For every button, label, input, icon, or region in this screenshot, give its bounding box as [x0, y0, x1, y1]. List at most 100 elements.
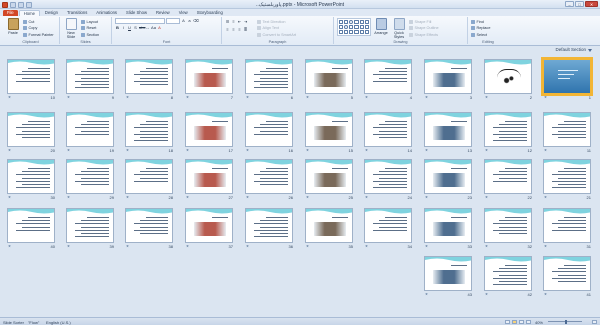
transition-star-icon[interactable] [425, 95, 428, 99]
format-painter-button[interactable]: Format Painter [23, 32, 54, 38]
italic-icon[interactable]: I [121, 25, 126, 30]
transition-star-icon[interactable] [544, 292, 547, 296]
transition-star-icon[interactable] [485, 244, 488, 248]
transition-star-icon[interactable] [67, 95, 70, 99]
fit-to-window-button[interactable] [592, 319, 597, 324]
transition-star-icon[interactable] [186, 195, 189, 199]
slide-thumbnail[interactable] [543, 208, 591, 243]
slide-thumbnail[interactable] [185, 159, 233, 194]
spacing-icon[interactable]: ↔ [145, 25, 150, 30]
transition-star-icon[interactable] [365, 148, 368, 152]
slide-thumbnail[interactable] [364, 159, 412, 194]
slide-thumbnail[interactable] [424, 256, 472, 291]
slide-thumbnail[interactable] [305, 59, 353, 94]
slide-thumbnail[interactable] [66, 159, 114, 194]
bold-icon[interactable]: B [115, 25, 120, 30]
transition-star-icon[interactable] [8, 195, 11, 199]
section-header[interactable]: Default Section [0, 46, 600, 54]
numbering-icon[interactable]: ≡ [231, 19, 236, 24]
slide-thumbnail[interactable] [305, 159, 353, 194]
transition-star-icon[interactable] [544, 95, 547, 99]
slide-thumbnail[interactable] [484, 59, 532, 94]
slide-thumbnail[interactable] [185, 112, 233, 147]
transition-star-icon[interactable] [306, 148, 309, 152]
slide-thumbnail[interactable] [185, 208, 233, 243]
slide-thumbnail[interactable] [424, 59, 472, 94]
transition-star-icon[interactable] [246, 244, 249, 248]
clear-format-icon[interactable]: ⌫ [193, 18, 199, 23]
align-text-button[interactable]: Align Text [257, 26, 296, 32]
layout-button[interactable]: Layout [81, 19, 99, 25]
replace-button[interactable]: Replace [471, 26, 490, 32]
slide-thumbnail[interactable] [245, 159, 293, 194]
transition-star-icon[interactable] [485, 195, 488, 199]
transition-star-icon[interactable] [67, 195, 70, 199]
slide-thumbnail[interactable] [7, 159, 55, 194]
section-button[interactable]: Section [81, 32, 99, 38]
transition-star-icon[interactable] [126, 195, 129, 199]
transition-star-icon[interactable] [246, 195, 249, 199]
transition-star-icon[interactable] [485, 292, 488, 296]
transition-star-icon[interactable] [126, 95, 129, 99]
zoom-slider-thumb[interactable] [565, 319, 567, 324]
transition-star-icon[interactable] [306, 195, 309, 199]
reset-button[interactable]: Reset [81, 26, 99, 32]
text-direction-button[interactable]: Text Direction [257, 19, 296, 25]
transition-star-icon[interactable] [425, 244, 428, 248]
transition-star-icon[interactable] [67, 244, 70, 248]
slide-thumbnail[interactable] [125, 59, 173, 94]
transition-star-icon[interactable] [425, 292, 428, 296]
transition-star-icon[interactable] [306, 244, 309, 248]
change-case-icon[interactable]: Aa [151, 25, 156, 30]
transition-star-icon[interactable] [67, 148, 70, 152]
transition-star-icon[interactable] [365, 195, 368, 199]
align-left-icon[interactable]: ≡ [225, 27, 230, 32]
shrink-font-icon[interactable]: a [187, 18, 192, 23]
transition-star-icon[interactable] [485, 148, 488, 152]
collapse-triangle-icon[interactable] [588, 48, 592, 52]
align-center-icon[interactable]: ≡ [231, 27, 236, 32]
transition-star-icon[interactable] [186, 95, 189, 99]
slide-thumbnail[interactable] [484, 256, 532, 291]
slide-thumbnail[interactable] [66, 208, 114, 243]
slide-thumbnail[interactable] [245, 112, 293, 147]
slide-thumbnail[interactable] [125, 208, 173, 243]
slide-thumbnail[interactable] [125, 112, 173, 147]
slide-thumbnail[interactable] [7, 112, 55, 147]
transition-star-icon[interactable] [246, 148, 249, 152]
transition-star-icon[interactable] [365, 244, 368, 248]
shape-effects-button[interactable]: Shape Effects [409, 32, 439, 38]
bullets-icon[interactable]: ☰ [225, 19, 230, 24]
transition-star-icon[interactable] [306, 95, 309, 99]
slideshow-view-button[interactable] [526, 319, 531, 324]
reading-view-button[interactable] [519, 319, 524, 324]
transition-star-icon[interactable] [425, 195, 428, 199]
normal-view-button[interactable] [505, 319, 510, 324]
font-name-combo[interactable] [115, 18, 165, 24]
strikethrough-icon[interactable]: abc [139, 25, 145, 30]
slide-thumbnail[interactable] [424, 112, 472, 147]
slide-thumbnail[interactable] [66, 112, 114, 147]
transition-star-icon[interactable] [186, 148, 189, 152]
select-button[interactable]: Select [471, 32, 490, 38]
slide-thumbnail[interactable] [364, 59, 412, 94]
maximize-button[interactable]: □ [575, 1, 584, 7]
find-button[interactable]: Find [471, 19, 490, 25]
cut-button[interactable]: Cut [23, 19, 54, 25]
slide-thumbnail[interactable] [185, 59, 233, 94]
shadow-icon[interactable]: S [133, 25, 138, 30]
slide-thumbnail[interactable] [305, 208, 353, 243]
slide-thumbnail[interactable] [7, 59, 55, 94]
slide-thumbnail[interactable] [245, 59, 293, 94]
font-color-icon[interactable]: A [157, 25, 162, 30]
shapes-gallery[interactable] [337, 18, 371, 36]
slide-thumbnail[interactable] [125, 159, 173, 194]
slide-thumbnail[interactable] [424, 208, 472, 243]
transition-star-icon[interactable] [544, 148, 547, 152]
transition-star-icon[interactable] [126, 244, 129, 248]
language[interactable]: English (U.S.) [46, 320, 71, 325]
slide-sorter-view-button[interactable] [512, 319, 517, 324]
convert-smartart-button[interactable]: Convert to SmartArt [257, 32, 296, 38]
zoom-level[interactable]: 40% [535, 320, 543, 325]
slide-thumbnail[interactable] [484, 112, 532, 147]
